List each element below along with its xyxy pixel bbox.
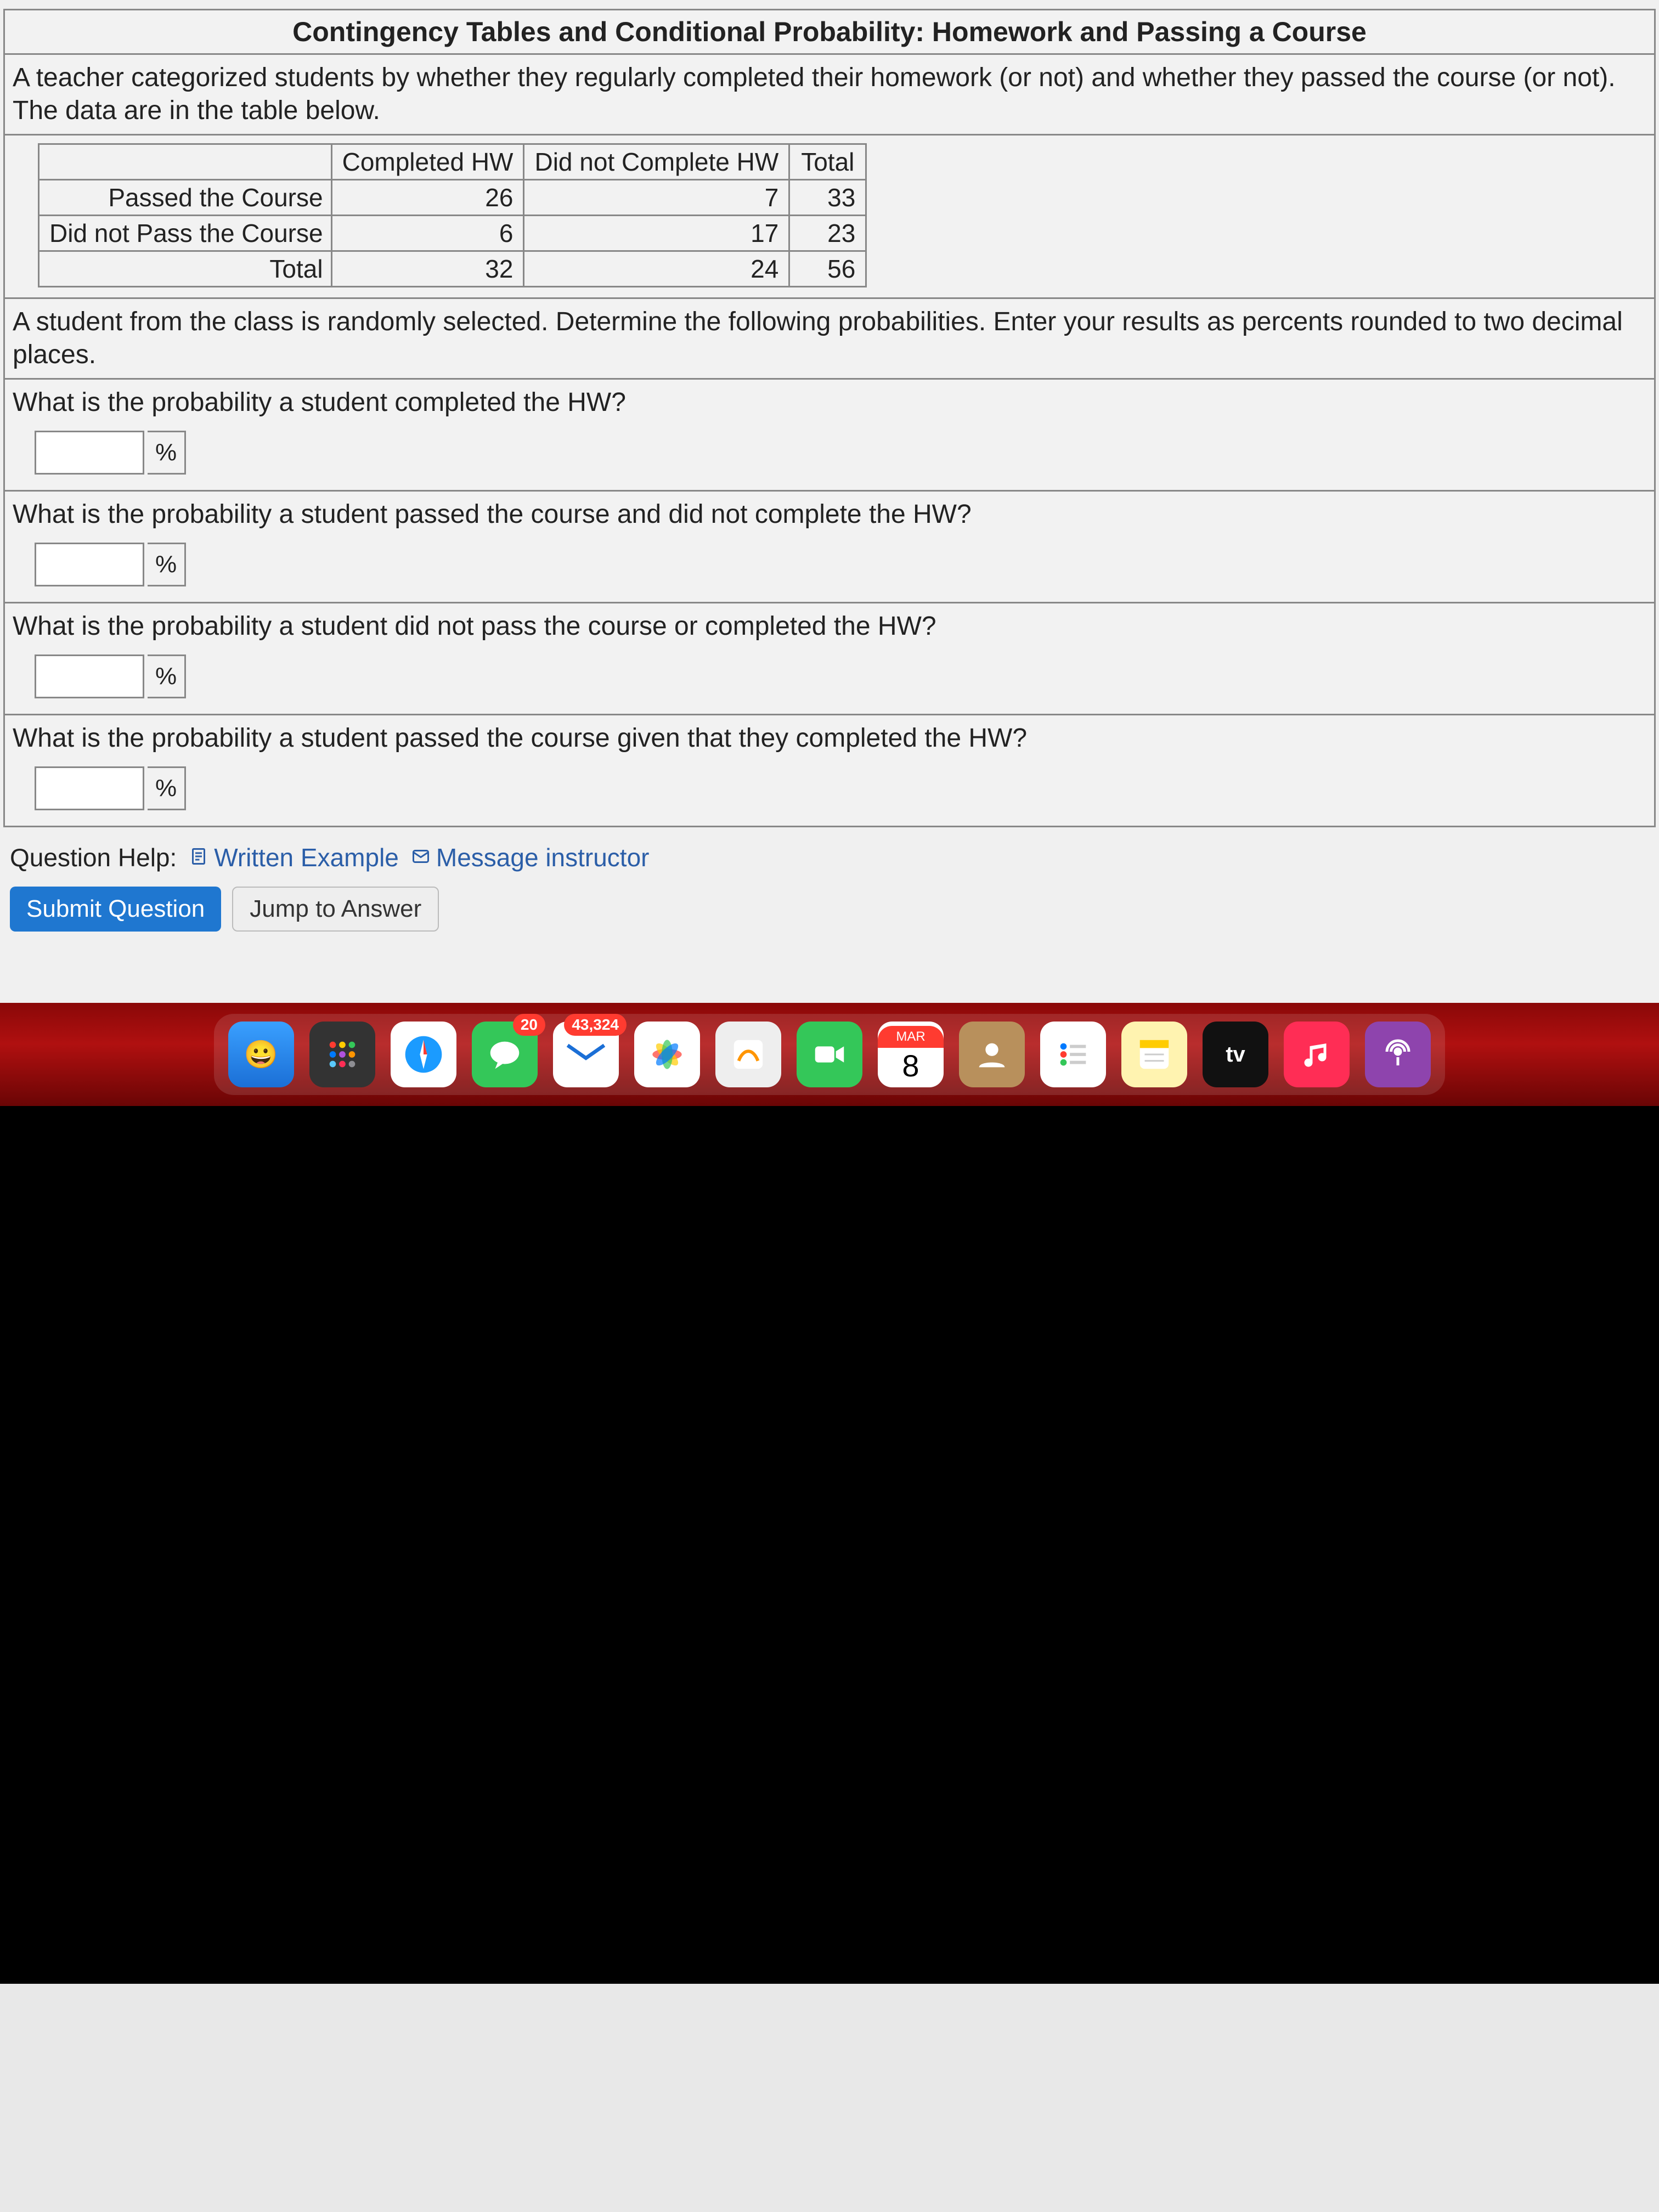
- table-header-notcompleted: Did not Complete HW: [524, 144, 789, 180]
- macos-dock-area: 😀 20 43,324: [0, 1003, 1659, 1106]
- cell: 26: [331, 180, 524, 216]
- data-table-wrap: Completed HW Did not Complete HW Total P…: [5, 136, 1654, 299]
- cell: 32: [331, 251, 524, 287]
- mail-badge: 43,324: [564, 1014, 627, 1036]
- calendar-icon[interactable]: MAR 8: [878, 1022, 944, 1087]
- contacts-icon[interactable]: [959, 1022, 1025, 1087]
- question-block: What is the probability a student passed…: [5, 715, 1654, 826]
- help-label: Question Help:: [10, 843, 177, 872]
- answer-input[interactable]: [35, 431, 144, 475]
- question-block: What is the probability a student did no…: [5, 603, 1654, 715]
- answer-row: %: [35, 431, 1646, 475]
- table-row: Total 32 24 56: [39, 251, 866, 287]
- messages-badge: 20: [513, 1014, 545, 1036]
- answer-row: %: [35, 543, 1646, 586]
- content-area: Contingency Tables and Conditional Proba…: [0, 0, 1659, 1106]
- launchpad-icon[interactable]: [309, 1022, 375, 1087]
- cell: 7: [524, 180, 789, 216]
- table-row: Did not Pass the Course 6 17 23: [39, 216, 866, 251]
- instructions-text: A student from the class is randomly sel…: [5, 299, 1654, 380]
- jump-to-answer-button[interactable]: Jump to Answer: [232, 887, 439, 932]
- document-icon: [189, 843, 208, 872]
- macos-dock: 😀 20 43,324: [214, 1014, 1445, 1095]
- answer-row: %: [35, 654, 1646, 698]
- notes-icon[interactable]: [1121, 1022, 1187, 1087]
- contingency-table: Completed HW Did not Complete HW Total P…: [38, 143, 867, 287]
- podcasts-icon[interactable]: [1365, 1022, 1431, 1087]
- question-text: What is the probability a student comple…: [13, 387, 1646, 417]
- facetime-icon[interactable]: [797, 1022, 862, 1087]
- finder-icon[interactable]: 😀: [228, 1022, 294, 1087]
- envelope-icon: [411, 843, 431, 872]
- question-intro: A teacher categorized students by whethe…: [5, 55, 1654, 136]
- cell: 33: [789, 180, 866, 216]
- question-text: What is the probability a student passed…: [13, 499, 1646, 529]
- music-icon[interactable]: [1284, 1022, 1350, 1087]
- answer-row: %: [35, 766, 1646, 810]
- tv-label: tv: [1226, 1042, 1245, 1066]
- question-card: Contingency Tables and Conditional Proba…: [3, 9, 1656, 827]
- button-row: Submit Question Jump to Answer: [0, 882, 1659, 953]
- unit-label: %: [148, 654, 186, 698]
- written-example-label: Written Example: [214, 843, 399, 872]
- cell: 6: [331, 216, 524, 251]
- calendar-month: MAR: [878, 1026, 944, 1048]
- answer-input[interactable]: [35, 543, 144, 586]
- table-header-blank: [39, 144, 332, 180]
- cell: 24: [524, 251, 789, 287]
- table-row: Passed the Course 26 7 33: [39, 180, 866, 216]
- table-header-total: Total: [789, 144, 866, 180]
- photos-icon[interactable]: [634, 1022, 700, 1087]
- answer-input[interactable]: [35, 654, 144, 698]
- appletv-icon[interactable]: tv: [1203, 1022, 1268, 1087]
- question-block: What is the probability a student comple…: [5, 380, 1654, 492]
- answer-input[interactable]: [35, 766, 144, 810]
- row-label: Did not Pass the Course: [39, 216, 332, 251]
- message-instructor-link[interactable]: Message instructor: [411, 843, 650, 872]
- freeform-icon[interactable]: [715, 1022, 781, 1087]
- unit-label: %: [148, 431, 186, 475]
- unit-label: %: [148, 543, 186, 586]
- question-text: What is the probability a student did no…: [13, 611, 1646, 641]
- mail-icon[interactable]: 43,324: [553, 1022, 619, 1087]
- question-block: What is the probability a student passed…: [5, 492, 1654, 603]
- question-title: Contingency Tables and Conditional Proba…: [5, 10, 1654, 55]
- submit-question-button[interactable]: Submit Question: [10, 887, 221, 932]
- safari-icon[interactable]: [391, 1022, 456, 1087]
- table-header-row: Completed HW Did not Complete HW Total: [39, 144, 866, 180]
- reminders-icon[interactable]: [1040, 1022, 1106, 1087]
- written-example-link[interactable]: Written Example: [189, 843, 399, 872]
- unit-label: %: [148, 766, 186, 810]
- calendar-day: 8: [902, 1048, 919, 1084]
- row-label: Total: [39, 251, 332, 287]
- table-header-completed: Completed HW: [331, 144, 524, 180]
- question-text: What is the probability a student passed…: [13, 723, 1646, 753]
- row-label: Passed the Course: [39, 180, 332, 216]
- cell: 56: [789, 251, 866, 287]
- question-help-row: Question Help: Written Example Message i…: [0, 831, 1659, 882]
- message-instructor-label: Message instructor: [436, 843, 650, 872]
- messages-icon[interactable]: 20: [472, 1022, 538, 1087]
- cell: 17: [524, 216, 789, 251]
- cell: 23: [789, 216, 866, 251]
- offscreen-black: [0, 1106, 1659, 1984]
